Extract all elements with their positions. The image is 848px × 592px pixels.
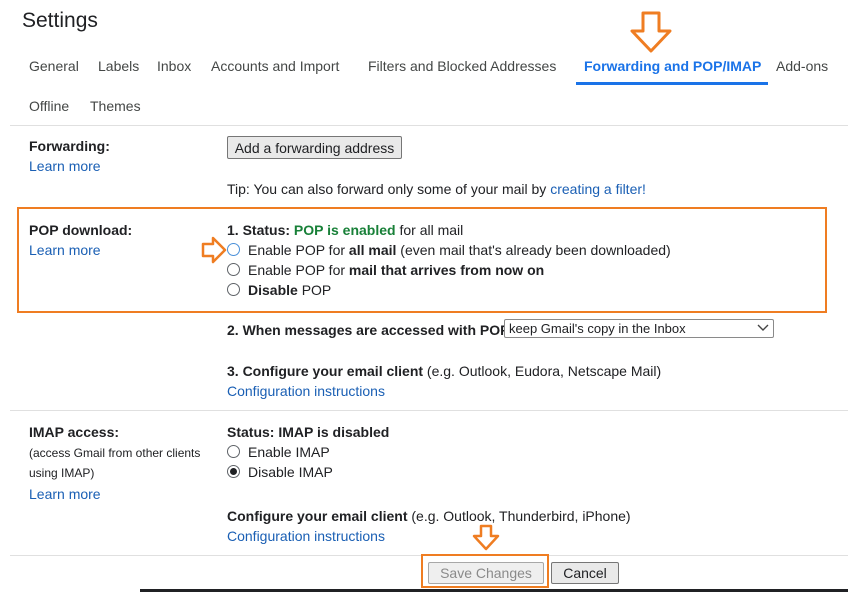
imap-configure-text: Configure your email client (e.g. Outloo… — [227, 508, 631, 524]
tab-add-ons[interactable]: Add-ons — [776, 58, 828, 74]
chevron-down-icon — [757, 324, 769, 331]
tab-accounts-and-import[interactable]: Accounts and Import — [211, 58, 339, 74]
active-tab-indicator — [576, 82, 768, 85]
imap-sub1: (access Gmail from other clients — [29, 446, 201, 460]
imap-status: Status: IMAP is disabled — [227, 424, 389, 440]
pop-status-value: POP is enabled — [293, 222, 396, 238]
pop-access-select-value: keep Gmail's copy in the Inbox — [509, 321, 686, 336]
pop-access-text: 2. When messages are accessed with POP — [227, 322, 510, 338]
imap-disable-radio[interactable] — [227, 465, 240, 478]
opt3-suffix: POP — [297, 282, 332, 298]
pop-all-mail-label: Enable POP for all mail (even mail that'… — [248, 242, 671, 258]
save-changes-button[interactable]: Save Changes — [428, 562, 544, 584]
tab-offline[interactable]: Offline — [29, 98, 69, 114]
imap-configure-suffix: (e.g. Outlook, Thunderbird, iPhone) — [407, 508, 631, 524]
pop-disable-label: Disable POP — [248, 282, 331, 298]
opt1-suffix: (even mail that's already been downloade… — [396, 242, 671, 258]
pop-status-suffix: for all mail — [395, 222, 464, 238]
pop-disable-radio[interactable] — [227, 283, 240, 296]
pop-status: 1. Status: POP is enabled for all mail — [227, 222, 463, 238]
imap-enable-radio[interactable] — [227, 445, 240, 458]
tab-inbox[interactable]: Inbox — [157, 58, 191, 74]
imap-config-instructions-link[interactable]: Configuration instructions — [227, 528, 385, 544]
tab-filters[interactable]: Filters and Blocked Addresses — [368, 58, 556, 74]
tab-general[interactable]: General — [29, 58, 79, 74]
imap-status-text: Status: IMAP is disabled — [227, 424, 390, 440]
pop-status-prefix: 1. Status: — [227, 222, 294, 238]
pop-new-mail-radio[interactable] — [227, 263, 240, 276]
opt2-prefix: Enable POP for — [248, 262, 349, 278]
pop-config-instructions-link[interactable]: Configuration instructions — [227, 383, 385, 399]
imap-learn-more-link[interactable]: Learn more — [29, 486, 101, 502]
creating-filter-link[interactable]: creating a filter! — [550, 181, 646, 197]
divider — [10, 410, 848, 411]
opt1-prefix: Enable POP for — [248, 242, 349, 258]
opt2-bold: mail that arrives from now on — [348, 262, 545, 278]
down-arrow-annotation-icon — [630, 11, 672, 53]
pop-configure-suffix: (e.g. Outlook, Eudora, Netscape Mail) — [423, 363, 662, 379]
imap-configure-bold: Configure your email client — [227, 508, 408, 524]
forwarding-learn-more-link[interactable]: Learn more — [29, 158, 101, 174]
pop-download-label: POP download: — [29, 222, 133, 238]
tab-forwarding-pop-imap[interactable]: Forwarding and POP/IMAP — [584, 58, 761, 74]
opt3-bold: Disable — [248, 282, 298, 298]
cancel-button[interactable]: Cancel — [551, 562, 619, 584]
pop-configure-bold: 3. Configure your email client — [227, 363, 424, 379]
imap-sub2: using IMAP) — [29, 466, 95, 480]
pop-learn-more-link[interactable]: Learn more — [29, 242, 101, 258]
divider — [10, 125, 848, 126]
down-arrow-annotation-icon — [472, 524, 500, 551]
imap-enable-label: Enable IMAP — [248, 444, 330, 460]
imap-access-label: IMAP access: — [29, 424, 120, 440]
forwarding-label: Forwarding: — [29, 138, 110, 154]
pop-access-label: 2. When messages are accessed with POP — [227, 322, 509, 338]
imap-disable-label: Disable IMAP — [248, 464, 333, 480]
page-title: Settings — [22, 9, 98, 32]
forwarding-tip: Tip: You can also forward only some of y… — [227, 181, 646, 197]
tip-text: Tip: You can also forward only some of y… — [227, 181, 551, 197]
pop-new-mail-label: Enable POP for mail that arrives from no… — [248, 262, 544, 278]
pop-access-select[interactable]: keep Gmail's copy in the Inbox — [504, 319, 774, 338]
add-forwarding-address-button[interactable]: Add a forwarding address — [227, 136, 402, 159]
right-arrow-annotation-icon — [201, 236, 227, 264]
pop-configure-text: 3. Configure your email client (e.g. Out… — [227, 363, 661, 379]
opt1-bold: all mail — [348, 242, 397, 258]
tab-labels[interactable]: Labels — [98, 58, 139, 74]
pop-all-mail-radio[interactable] — [227, 243, 240, 256]
tab-themes[interactable]: Themes — [90, 98, 141, 114]
